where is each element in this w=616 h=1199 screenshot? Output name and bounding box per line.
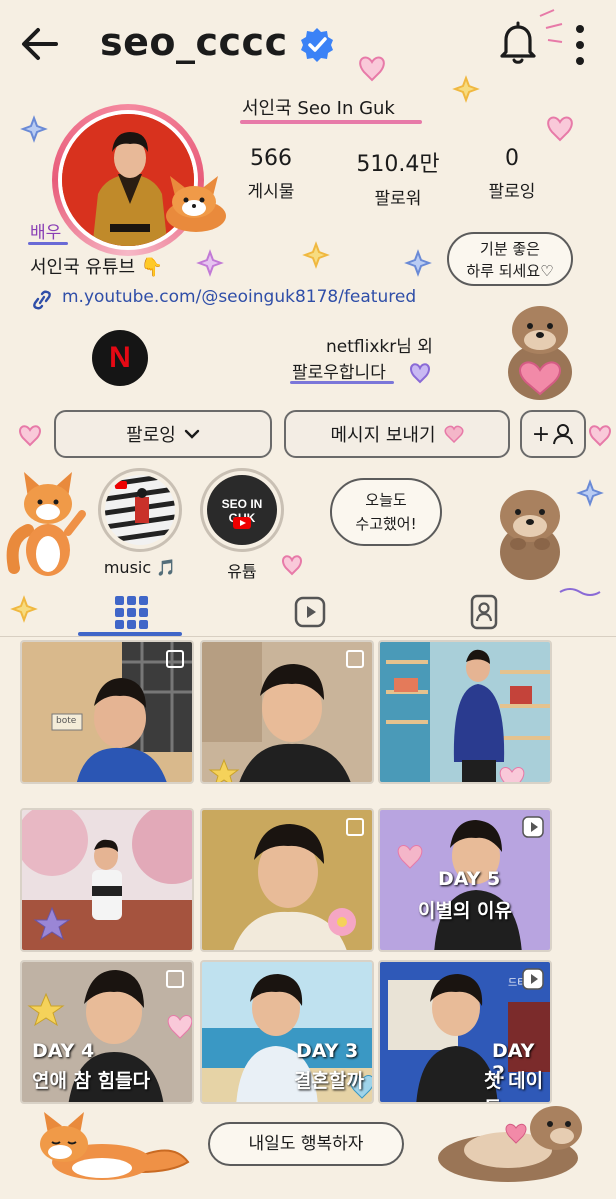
followed-by-line-1[interactable]: netflixkr님 외 bbox=[326, 332, 433, 357]
bio-text: 서인국 유튜브 👇 bbox=[30, 257, 164, 278]
grid-post-9[interactable]: 드티 DAY 2 첫 데이트 bbox=[378, 960, 552, 1104]
grid-post-4[interactable] bbox=[20, 808, 194, 952]
stat-followers-label: 팔로워 bbox=[374, 189, 422, 209]
otter-doodle-icon bbox=[500, 490, 560, 580]
tile-overlay-sub: 결혼할까 bbox=[294, 1070, 364, 1092]
person-icon bbox=[553, 424, 574, 445]
name-underline bbox=[240, 120, 422, 124]
stat-following[interactable]: 0 팔로잉 bbox=[452, 146, 572, 202]
stat-posts-value: 566 bbox=[250, 146, 292, 171]
profile-category: 배우 bbox=[30, 223, 62, 243]
multi-photo-icon bbox=[346, 818, 364, 836]
highlight-youtube-image: SEO IN GUK bbox=[207, 475, 277, 545]
highlight-youtube[interactable]: SEO IN GUK 유튭 bbox=[200, 468, 284, 582]
display-name: 서인국 Seo In Guk bbox=[242, 98, 395, 119]
category-underline bbox=[28, 242, 68, 245]
otter-heart-doodle-icon bbox=[508, 306, 572, 400]
footer-note-bubble: 내일도 행복하자 bbox=[208, 1122, 404, 1166]
profile-page: seo_cccc 서인국 Seo In Guk 566 게시물 510.4만 팔… bbox=[0, 0, 616, 1199]
stat-followers[interactable]: 510.4만 팔로워 bbox=[338, 146, 458, 209]
tab-divider bbox=[0, 636, 616, 637]
username: seo_cccc bbox=[100, 20, 288, 64]
grid-post-8[interactable]: DAY 3 결혼할까 bbox=[200, 960, 374, 1104]
cheer-speech-bubble: 오늘도 수고했어! bbox=[330, 478, 442, 546]
stat-posts-label: 게시물 bbox=[247, 182, 295, 202]
add-user-button[interactable]: + bbox=[520, 410, 586, 458]
multi-photo-icon bbox=[346, 650, 364, 668]
send-message-button[interactable]: 메시지 보내기 bbox=[284, 410, 510, 458]
tile-overlay-title: DAY 4 bbox=[32, 1040, 95, 1062]
highlight-music-ring bbox=[98, 468, 182, 552]
stat-following-value: 0 bbox=[505, 146, 519, 171]
tile-overlay-sub: 연애 참 힘들다 bbox=[32, 1070, 151, 1092]
grid-post-5[interactable] bbox=[200, 808, 374, 952]
grid-post-1[interactable]: bote bbox=[20, 640, 194, 784]
followed-by-underline bbox=[290, 381, 394, 384]
send-message-label: 메시지 보내기 bbox=[330, 425, 436, 446]
tile-overlay-title: DAY 3 bbox=[296, 1040, 359, 1062]
tile-overlay-title: DAY 5 bbox=[438, 868, 501, 890]
grid-post-2[interactable] bbox=[200, 640, 374, 784]
multi-photo-icon bbox=[166, 970, 184, 988]
following-button-label: 팔로잉 bbox=[126, 425, 176, 446]
highlight-music-label: music 🎵 bbox=[103, 558, 177, 577]
grid-post-3[interactable] bbox=[378, 640, 552, 784]
grid-post-7[interactable]: DAY 4 연애 참 힘들다 bbox=[20, 960, 194, 1104]
link-icon bbox=[33, 290, 51, 310]
more-vertical-icon[interactable] bbox=[566, 20, 594, 70]
reel-icon bbox=[522, 816, 544, 838]
tile-sign-text: bote bbox=[56, 716, 77, 726]
netflix-follower-avatar[interactable]: N bbox=[92, 330, 148, 386]
youtube-play-icon bbox=[233, 517, 251, 529]
tab-grid-icon[interactable] bbox=[112, 594, 152, 630]
greeting-speech-bubble: 기분 좋은 하루 되세요♡ bbox=[447, 232, 573, 286]
followed-by-line-2[interactable]: 팔로우합니다 bbox=[292, 358, 386, 383]
multi-photo-icon bbox=[166, 650, 184, 668]
tab-reels-icon[interactable] bbox=[290, 594, 330, 630]
heart-icon bbox=[444, 425, 464, 443]
floating-otter-doodle-icon bbox=[438, 1106, 582, 1182]
profile-link[interactable]: m.youtube.com/@seoinguk8178/featured bbox=[62, 287, 416, 307]
posts-grid: bote DAY 5 이별의 이유 DAY 4 연애 참 힘들다 DAY 3 결… bbox=[20, 640, 598, 1104]
highlight-music[interactable]: music 🎵 bbox=[98, 468, 182, 577]
add-user-plus: + bbox=[531, 421, 551, 447]
chevron-down-icon bbox=[184, 429, 200, 439]
stat-followers-value: 510.4만 bbox=[356, 152, 440, 177]
back-arrow-icon[interactable] bbox=[18, 22, 66, 66]
highlight-music-image bbox=[105, 475, 175, 545]
fox-waving-doodle-icon bbox=[6, 472, 86, 576]
grid-post-6[interactable]: DAY 5 이별의 이유 bbox=[378, 808, 552, 952]
stat-following-label: 팔로잉 bbox=[488, 182, 536, 202]
verified-badge-icon bbox=[301, 28, 333, 62]
reel-icon bbox=[522, 968, 544, 990]
tile-overlay-sub: 이별의 이유 bbox=[418, 900, 513, 922]
following-button[interactable]: 팔로잉 bbox=[54, 410, 272, 458]
tab-tagged-icon[interactable] bbox=[464, 594, 504, 630]
highlight-youtube-ring: SEO IN GUK bbox=[200, 468, 284, 552]
highlight-youtube-label: 유튭 bbox=[227, 562, 257, 581]
sleeping-fox-doodle-icon bbox=[40, 1112, 190, 1180]
stat-posts[interactable]: 566 게시물 bbox=[211, 146, 331, 202]
bell-icon[interactable] bbox=[492, 16, 544, 68]
